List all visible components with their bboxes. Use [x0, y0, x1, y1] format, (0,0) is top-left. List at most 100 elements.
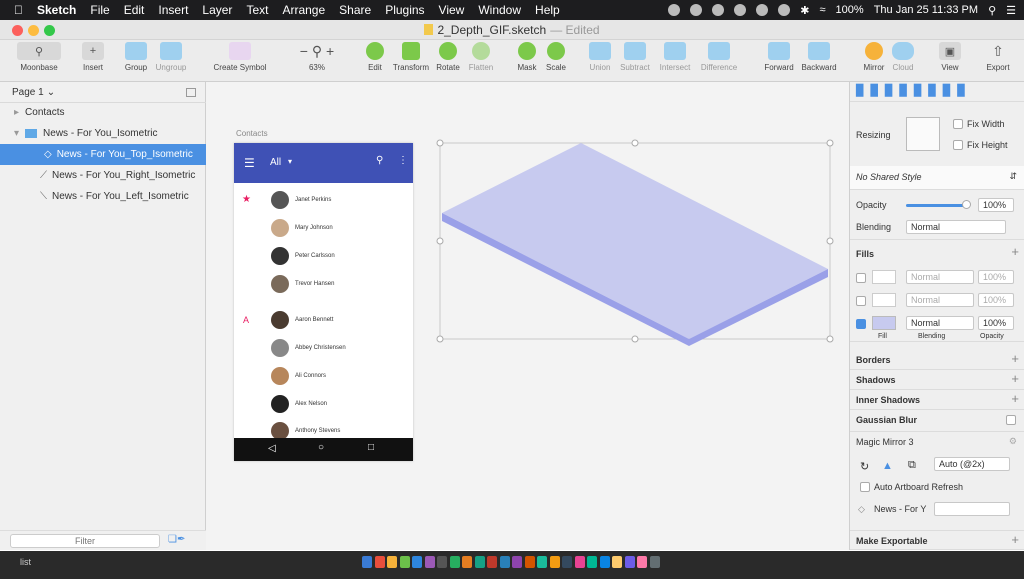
menu-arrange[interactable]: Arrange [282, 3, 325, 17]
inner-shadows-section[interactable]: Inner Shadows + [850, 390, 1024, 410]
cloud-button[interactable]: Cloud [890, 42, 916, 72]
dock-app-icon[interactable] [537, 556, 547, 568]
dock-app-icon[interactable] [599, 556, 610, 568]
page-selector[interactable]: Page 1 ⌄ [0, 82, 206, 103]
fill-blend-select[interactable]: Normal [906, 293, 974, 307]
opacity-input[interactable]: 100% [978, 198, 1014, 212]
jump-icon[interactable]: ⧉ [908, 459, 916, 472]
menu-text[interactable]: Text [246, 3, 268, 17]
opacity-slider-track[interactable] [906, 204, 966, 207]
resize-handle[interactable] [826, 139, 834, 147]
toggle-pages-icon[interactable] [186, 87, 196, 97]
add-fill-icon[interactable]: + [1011, 244, 1019, 259]
dock-app-icon[interactable] [362, 556, 372, 568]
fill-opacity-input[interactable]: 100% [978, 270, 1014, 284]
dock-app-icon[interactable] [587, 556, 597, 568]
fill-opacity-input[interactable]: 100% [978, 316, 1014, 330]
fill-swatch-active[interactable] [872, 316, 896, 330]
edit-button[interactable]: Edit [364, 42, 386, 72]
layer-row-right-isometric[interactable]: ⟋ News - For You_Right_Isometric [0, 165, 206, 186]
blur-checkbox[interactable] [1006, 415, 1016, 425]
zoom-window-button[interactable] [44, 25, 55, 36]
tray-icon[interactable] [734, 4, 747, 16]
dock-app-icon[interactable] [462, 556, 472, 568]
resize-handle[interactable] [436, 139, 444, 147]
layer-row-top-isometric[interactable]: ◇ News - For You_Top_Isometric [0, 144, 206, 165]
insert-button[interactable]: + Insert [80, 42, 106, 72]
backward-button[interactable]: Backward [799, 42, 839, 72]
battery-status[interactable]: 100% [836, 4, 864, 16]
layer-row-isometric-group[interactable]: ▾ News - For You_Isometric [0, 123, 206, 144]
union-button[interactable]: Union [588, 42, 612, 72]
shadows-section[interactable]: Shadows + [850, 370, 1024, 390]
forward-button[interactable]: Forward [762, 42, 796, 72]
mirror-button[interactable]: Mirror [859, 42, 889, 72]
disclosure-right-icon[interactable]: ▸ [14, 107, 19, 118]
opacity-slider-knob[interactable] [962, 200, 971, 209]
menu-plugins[interactable]: Plugins [385, 3, 424, 17]
fill-checkbox[interactable] [856, 296, 866, 306]
dock-app-icon[interactable] [549, 556, 560, 568]
isometric-top-face[interactable] [442, 143, 828, 339]
cloud-icon[interactable] [756, 4, 769, 16]
contacts-artboard[interactable]: ☰ All ▾ ⚲ ⋮ ★ Janet Perkins Mary Johnson… [234, 143, 413, 461]
bluetooth-icon[interactable]: ✱ [800, 4, 809, 17]
gear-icon[interactable]: ⚙ [1009, 436, 1017, 447]
refresh-icon[interactable]: ↻ [860, 460, 869, 473]
notification-center-icon[interactable]: ☰ [1006, 4, 1016, 17]
difference-button[interactable]: Difference [697, 42, 741, 72]
scale-button[interactable]: Scale [544, 42, 568, 72]
clock[interactable]: Thu Jan 25 11:33 PM [874, 4, 978, 16]
fill-checkbox-checked[interactable] [856, 319, 866, 329]
google-icon[interactable] [712, 4, 725, 16]
resize-handle[interactable] [436, 335, 444, 343]
tray-icon[interactable] [690, 4, 703, 16]
dock-app-icon[interactable] [487, 556, 497, 568]
flatten-button[interactable]: Flatten [466, 42, 496, 72]
menu-window[interactable]: Window [478, 3, 521, 17]
rotate-button[interactable]: Rotate [435, 42, 461, 72]
filter-options-icon[interactable]: ❏✒ [168, 534, 185, 545]
dock-app-icon[interactable] [449, 556, 460, 568]
wifi-icon[interactable]: ≈ [820, 4, 826, 16]
fix-width-checkbox[interactable] [953, 119, 963, 129]
export-button[interactable]: ⇧ Export [984, 42, 1012, 73]
resize-handle[interactable] [826, 335, 834, 343]
menu-insert[interactable]: Insert [158, 3, 188, 17]
dock-app-icon[interactable] [437, 556, 447, 568]
dock-app-icon[interactable] [612, 556, 622, 568]
isometric-shape-canvas[interactable] [436, 139, 834, 349]
minimize-window-button[interactable] [28, 25, 39, 36]
menu-help[interactable]: Help [535, 3, 560, 17]
dock-app-icon[interactable] [637, 556, 647, 568]
zoom-control[interactable]: − ⚲ +63% [296, 42, 338, 73]
intersect-button[interactable]: Intersect [656, 42, 694, 72]
blending-select[interactable]: Normal [906, 220, 1006, 234]
mirror-icon[interactable]: ▲ [882, 460, 893, 472]
fill-checkbox[interactable] [856, 273, 866, 283]
resize-handle[interactable] [436, 237, 444, 245]
dock-app-icon[interactable] [574, 556, 585, 568]
dock-app-icon[interactable] [524, 556, 535, 568]
create-symbol-button[interactable]: Create Symbol [211, 42, 269, 72]
airplay-icon[interactable] [778, 4, 791, 16]
add-border-icon[interactable]: + [1011, 351, 1019, 366]
menu-view[interactable]: View [439, 3, 465, 17]
layer-row-left-isometric[interactable]: ⟍ News - For You_Left_Isometric [0, 186, 206, 207]
dock-app-icon[interactable] [562, 556, 572, 568]
ungroup-button[interactable]: Ungroup [153, 42, 189, 72]
resize-handle[interactable] [826, 237, 834, 245]
gaussian-blur-section[interactable]: Gaussian Blur [850, 410, 1024, 432]
apple-icon[interactable]:  [14, 3, 23, 17]
add-inner-shadow-icon[interactable]: + [1011, 391, 1019, 406]
dock-app-icon[interactable] [474, 556, 485, 568]
spotlight-icon[interactable]: ⚲ [988, 4, 996, 17]
artboard-label[interactable]: Contacts [236, 129, 268, 138]
moonbase-button[interactable]: ⚲ Moonbase [16, 42, 62, 72]
auto-refresh-checkbox[interactable] [860, 482, 870, 492]
menu-file[interactable]: File [90, 3, 109, 17]
dock-app-icon[interactable] [424, 556, 435, 568]
group-button[interactable]: Group [122, 42, 150, 72]
resizing-widget[interactable] [906, 117, 940, 151]
layer-row-contacts[interactable]: ▸ Contacts [0, 102, 206, 123]
